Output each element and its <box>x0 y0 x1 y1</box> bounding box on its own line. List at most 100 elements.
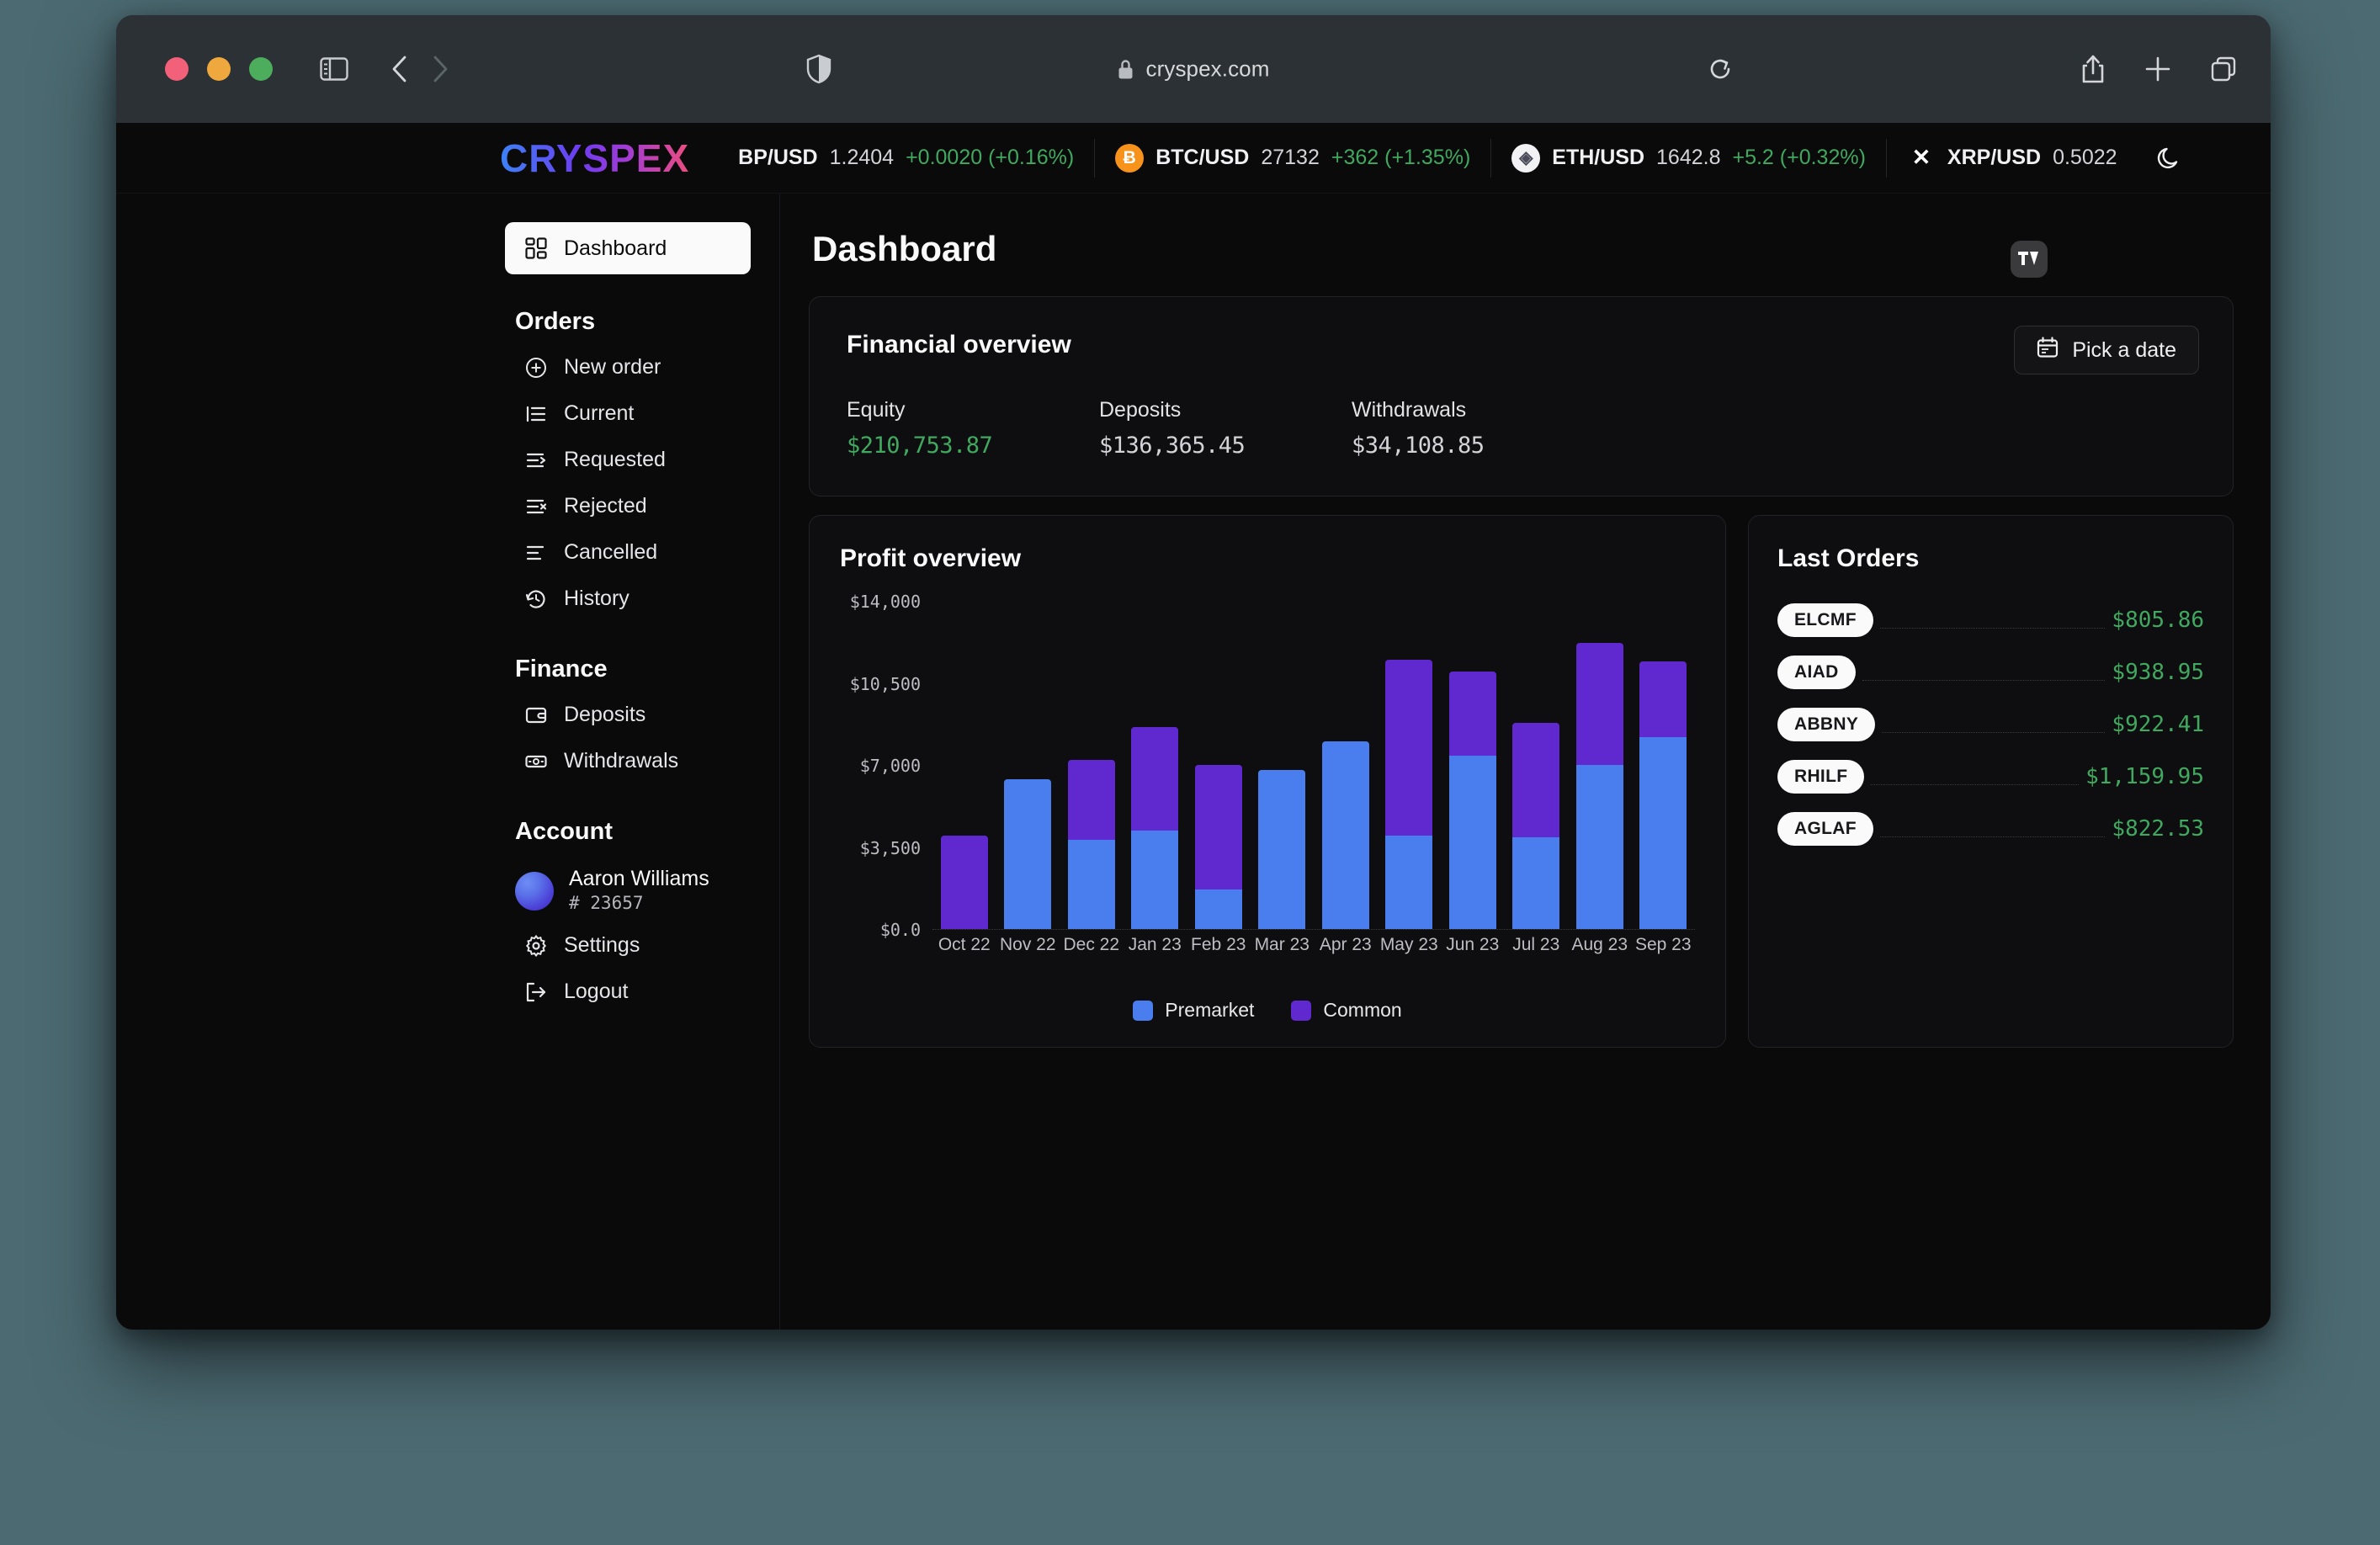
moon-icon[interactable] <box>2156 145 2183 172</box>
maximize-window-button[interactable] <box>249 57 273 81</box>
profile-id: # 23657 <box>569 893 644 913</box>
sidebar-item-cancelled[interactable]: Cancelled <box>116 529 779 576</box>
site-logo[interactable]: CRYSPEX <box>500 135 689 181</box>
calendar-icon <box>2037 336 2059 364</box>
order-row[interactable]: ABBNY $922.41 <box>1777 706 2204 743</box>
tradingview-badge-icon[interactable] <box>2011 241 2048 278</box>
chart-x-tick: Nov 22 <box>999 935 1056 954</box>
sidebar-item-label: Logout <box>564 980 629 1004</box>
sidebar-item-deposits[interactable]: Deposits <box>116 692 779 738</box>
order-dotted-leader <box>1871 783 2080 785</box>
desktop-background: cryspex.com CRYSPEX BP/USD 1.2404 +0.002… <box>0 0 2380 1545</box>
profit-overview-card: Profit overview $0.0 $3,500 $7,000 $10,500 $… <box>809 515 1726 1048</box>
stat-value: $136,365.45 <box>1099 433 1246 459</box>
ticker-symbol: XRP/USD <box>1947 146 2042 169</box>
back-arrow-icon[interactable] <box>390 55 409 83</box>
minimize-window-button[interactable] <box>207 57 231 81</box>
pick-a-date-button[interactable]: Pick a date <box>2014 326 2199 374</box>
chart-bar-segment-common <box>1639 661 1687 737</box>
chart-bar-slot <box>996 602 1060 929</box>
tab-overview-icon[interactable] <box>2210 56 2237 82</box>
ticker-item-eth[interactable]: ◈ ETH/USD 1642.8 +5.2 (+0.32%) <box>1490 138 1886 178</box>
order-amount: $922.41 <box>2112 712 2204 737</box>
chart-bar[interactable] <box>1448 671 1496 929</box>
sidebar-toggle-icon[interactable] <box>320 57 348 81</box>
chart-x-tick: May 23 <box>1379 935 1438 954</box>
sidebar-item-dashboard[interactable]: Dashboard <box>505 222 751 274</box>
chart-bar-slot <box>1187 602 1251 929</box>
privacy-shield-icon[interactable] <box>806 54 831 84</box>
ticker-item-bp[interactable]: BP/USD 1.2404 +0.0020 (+0.16%) <box>718 139 1094 178</box>
chart-bar[interactable] <box>1639 661 1687 929</box>
chart-bar[interactable] <box>1575 643 1623 929</box>
sidebar-item-logout[interactable]: Logout <box>116 969 779 1015</box>
ticker-item-btc[interactable]: Ƀ BTC/USD 27132 +362 (+1.35%) <box>1094 138 1490 178</box>
chart-bar-segment-premarket <box>1448 755 1496 929</box>
chart-bar-segment-common <box>1385 659 1433 836</box>
order-row[interactable]: AIAD $938.95 <box>1777 654 2204 691</box>
order-row[interactable]: ELCMF $805.86 <box>1777 602 2204 639</box>
chart-bar-slot <box>1314 602 1378 929</box>
sidebar-item-rejected[interactable]: Rejected <box>116 483 779 529</box>
chart-bar-segment-premarket <box>1258 769 1306 929</box>
app-sidebar: Dashboard Orders New order Current Reque… <box>116 194 780 1330</box>
list-x-icon <box>523 496 549 518</box>
web-page: CRYSPEX BP/USD 1.2404 +0.0020 (+0.16%) Ƀ… <box>116 123 2271 1330</box>
chart-legend-item[interactable]: Premarket <box>1133 999 1254 1022</box>
plus-icon[interactable] <box>2144 56 2171 82</box>
list-current-icon <box>523 403 549 425</box>
sidebar-item-withdrawals[interactable]: Withdrawals <box>116 738 779 784</box>
pick-a-date-label: Pick a date <box>2072 337 2176 362</box>
chart-legend-swatch <box>1133 1000 1154 1021</box>
chart-bar[interactable] <box>1194 765 1242 929</box>
chart-bar[interactable] <box>1385 659 1433 929</box>
order-ticker-badge: ABBNY <box>1777 708 1876 741</box>
profile-block[interactable]: Aaron Williams # 23657 <box>116 866 779 916</box>
chart-bar[interactable] <box>1004 778 1052 929</box>
reload-icon[interactable] <box>1707 56 1734 82</box>
financial-overview-card: Financial overview Pick a date Equity $2… <box>809 296 2234 496</box>
chart-bar-slot <box>1251 602 1315 929</box>
financial-overview-title: Financial overview <box>847 331 1071 358</box>
sidebar-item-current[interactable]: Current <box>116 390 779 437</box>
chart-y-tick: $10,500 <box>849 673 921 694</box>
sidebar-item-settings[interactable]: Settings <box>116 922 779 969</box>
chart-bar-slot <box>1505 602 1569 929</box>
chart-bar[interactable] <box>1512 722 1560 929</box>
chart-bar-slot <box>1632 602 1696 929</box>
profit-overview-title: Profit overview <box>840 544 1022 572</box>
sidebar-item-new-order[interactable]: New order <box>116 344 779 390</box>
forward-arrow-icon[interactable] <box>431 55 449 83</box>
order-amount: $822.53 <box>2112 816 2204 842</box>
sidebar-item-requested[interactable]: Requested <box>116 437 779 483</box>
chart-bar[interactable] <box>1258 769 1306 929</box>
close-window-button[interactable] <box>165 57 189 81</box>
chart-bar[interactable] <box>1131 727 1179 929</box>
wallet-icon <box>523 704 549 726</box>
gear-icon <box>523 934 549 957</box>
lower-row: Profit overview $0.0 $3,500 $7,000 $10,500 $… <box>809 515 2234 1048</box>
stat-equity: Equity $210,753.87 <box>847 398 1099 459</box>
chart-x-tick: Apr 23 <box>1319 935 1372 954</box>
chart-legend-item[interactable]: Common <box>1291 999 1402 1022</box>
chart-x-tick: Mar 23 <box>1254 935 1310 954</box>
order-ticker-badge: ELCMF <box>1777 603 1873 637</box>
sidebar-item-history[interactable]: History <box>116 576 779 622</box>
ticker-change: +5.2 (+0.32%) <box>1732 146 1866 169</box>
address-bar[interactable]: cryspex.com <box>1117 56 1269 82</box>
share-icon[interactable] <box>2080 54 2106 84</box>
chart-bar[interactable] <box>1321 741 1369 929</box>
chart-bar[interactable] <box>940 835 988 929</box>
chart-bar[interactable] <box>1067 760 1115 929</box>
chart-bar-segment-premarket <box>1639 736 1687 929</box>
order-ticker-badge: RHILF <box>1777 760 1865 794</box>
chart-bar-segment-premarket <box>1131 831 1179 929</box>
order-row[interactable]: AGLAF $822.53 <box>1777 810 2204 847</box>
chart-bar-segment-premarket <box>1385 835 1433 929</box>
sidebar-section-finance-title: Finance <box>515 656 608 682</box>
chart-bar-segment-common <box>1575 643 1623 765</box>
order-ticker-badge: AGLAF <box>1777 812 1873 846</box>
ticker-item-xrp[interactable]: ✕ XRP/USD 0.5022 <box>1885 138 2138 178</box>
order-row[interactable]: RHILF $1,159.95 <box>1777 758 2204 795</box>
sidebar-item-label: Cancelled <box>564 540 658 564</box>
